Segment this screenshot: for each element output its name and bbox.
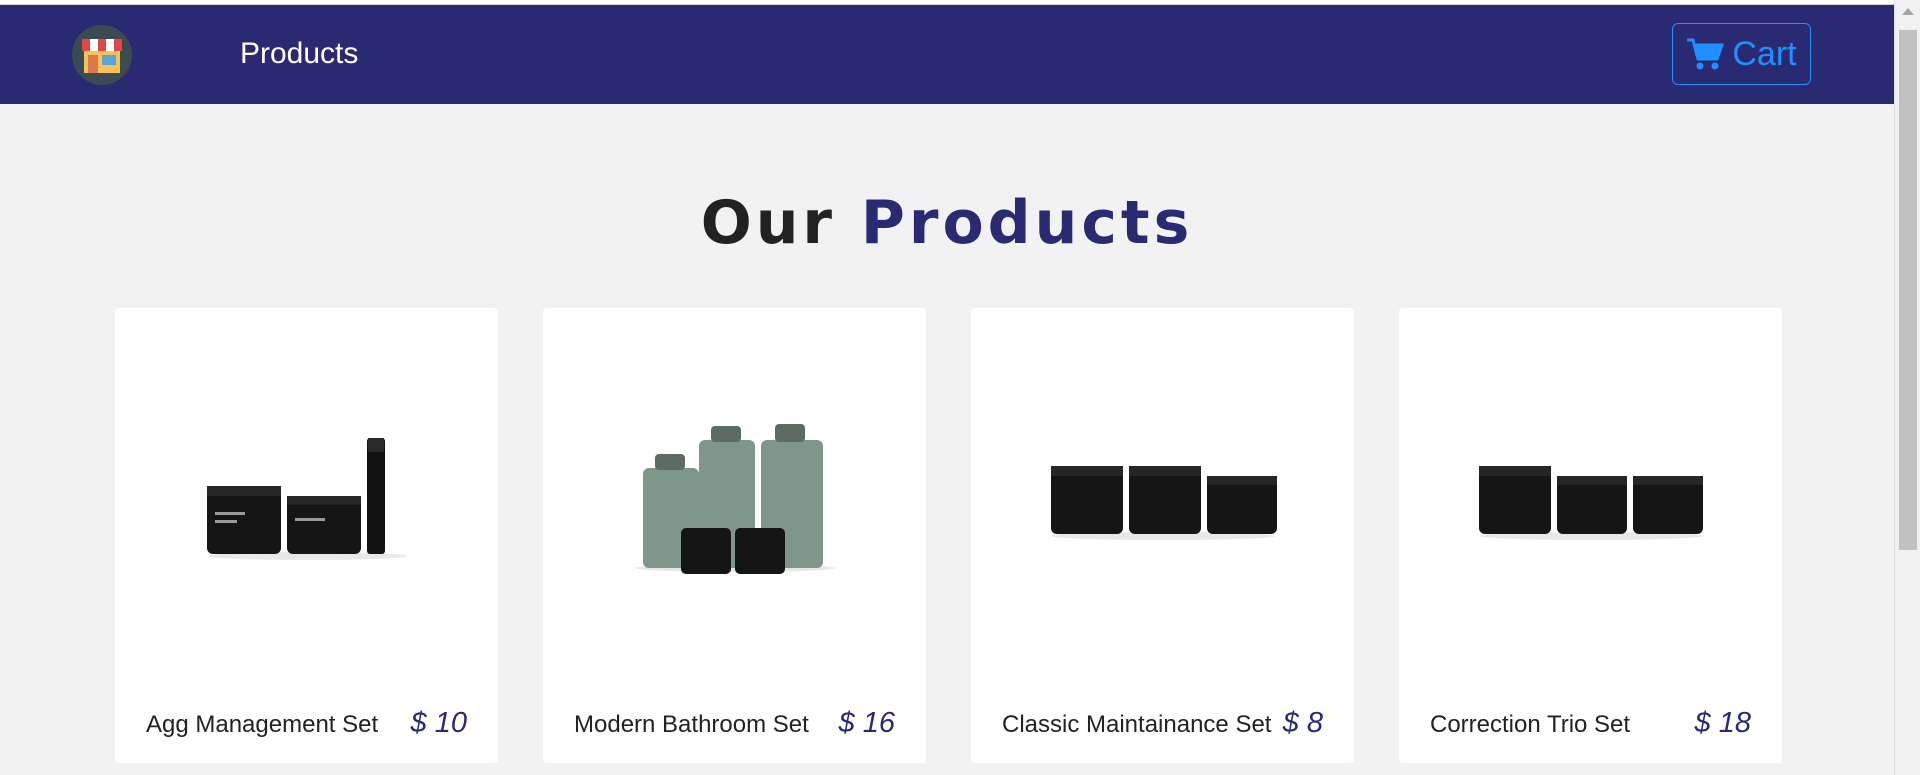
product-card[interactable]: Correction Trio Set $ 18 bbox=[1399, 308, 1782, 763]
jar-trio-image bbox=[1050, 466, 1277, 540]
product-card[interactable]: Agg Management Set $ 10 bbox=[115, 308, 498, 763]
cart-label: Cart bbox=[1732, 34, 1797, 73]
scroll-up-arrow-icon[interactable] bbox=[1902, 8, 1914, 15]
logo[interactable] bbox=[72, 25, 132, 85]
product-image bbox=[543, 308, 926, 688]
jar-trio-image bbox=[1478, 466, 1703, 540]
product-price: $ 18 bbox=[1694, 707, 1751, 739]
product-image bbox=[1399, 308, 1782, 688]
navbar: Products Cart bbox=[0, 5, 1894, 104]
page-title: Our Products bbox=[0, 188, 1894, 258]
product-image bbox=[971, 308, 1354, 688]
vertical-scrollbar[interactable] bbox=[1894, 0, 1920, 775]
product-name: Classic Maintainance Set bbox=[1002, 711, 1272, 738]
product-price: $ 16 bbox=[838, 707, 895, 739]
products-nav-link[interactable]: Products bbox=[240, 37, 358, 71]
product-name: Correction Trio Set bbox=[1430, 711, 1631, 738]
product-card[interactable]: Classic Maintainance Set $ 8 bbox=[971, 308, 1354, 763]
product-name: Modern Bathroom Set bbox=[574, 711, 809, 738]
product-grid: Agg Management Set $ 10 Modern Bathroom … bbox=[115, 308, 1782, 763]
scrollbar-thumb[interactable] bbox=[1899, 30, 1917, 550]
product-price: $ 8 bbox=[1282, 707, 1323, 739]
skincare-set-image bbox=[206, 438, 407, 560]
bathroom-set-image bbox=[634, 424, 835, 574]
cart-button[interactable]: Cart bbox=[1672, 23, 1811, 85]
product-price: $ 10 bbox=[410, 707, 467, 739]
title-part-2: Products bbox=[860, 188, 1194, 258]
product-card[interactable]: Modern Bathroom Set $ 16 bbox=[543, 308, 926, 763]
shopping-cart-icon bbox=[1687, 38, 1725, 70]
product-image bbox=[115, 308, 498, 688]
title-part-1: Our bbox=[700, 188, 836, 258]
storefront-icon bbox=[82, 39, 122, 73]
product-name: Agg Management Set bbox=[146, 711, 379, 738]
